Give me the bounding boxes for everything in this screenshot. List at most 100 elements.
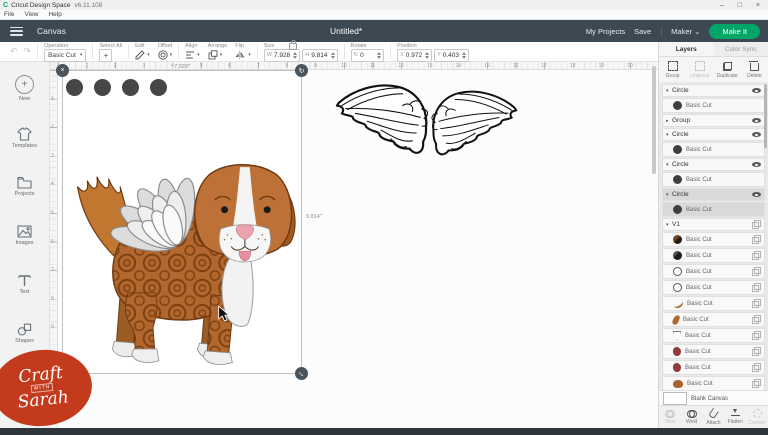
layer-row[interactable]: Basic Cut	[662, 328, 765, 343]
ungroup-button[interactable]: Ungroup	[686, 61, 713, 79]
flatten-button[interactable]: Flatten	[724, 409, 746, 425]
edit-dropdown[interactable]: ▾	[135, 49, 150, 61]
eye-icon[interactable]	[752, 87, 761, 94]
duplicate-button[interactable]: Duplicate	[714, 62, 741, 79]
layers-stack-icon[interactable]	[752, 315, 761, 324]
circle-shape[interactable]	[66, 79, 83, 96]
attach-button[interactable]: Attach	[703, 409, 725, 426]
layers-stack-icon[interactable]	[752, 220, 761, 229]
layers-stack-icon[interactable]	[752, 299, 761, 308]
circle-shape[interactable]	[122, 79, 139, 96]
layer-row[interactable]: Basic Cut	[662, 344, 765, 359]
stepper-arrows[interactable]	[293, 52, 297, 59]
canvas-area[interactable]: 1234567891011121314151617181920 12345678…	[50, 62, 658, 428]
offset-dropdown[interactable]: ▾	[158, 49, 173, 61]
layer-group-row[interactable]: ▾Circle	[662, 188, 765, 201]
winged-dog-artwork[interactable]	[64, 148, 301, 372]
layers-stack-icon[interactable]	[752, 235, 761, 244]
document-title[interactable]: Untitled*	[330, 26, 362, 36]
weld-button[interactable]: Weld	[681, 410, 703, 425]
eye-icon[interactable]	[752, 131, 761, 138]
layer-row[interactable]: Basic Cut	[662, 98, 765, 113]
menu-help[interactable]: Help	[48, 11, 61, 18]
menu-file[interactable]: File	[4, 11, 14, 18]
delete-button[interactable]: Delete	[741, 61, 768, 79]
circle-shape[interactable]	[94, 79, 111, 96]
stepper-arrows[interactable]	[462, 52, 466, 59]
layer-row[interactable]: Basic Cut	[662, 232, 765, 247]
group-button[interactable]: Group	[659, 61, 686, 79]
layers-stack-icon[interactable]	[752, 267, 761, 276]
sidebar-item-text[interactable]: Text	[0, 261, 49, 308]
layer-group-row[interactable]: ▾V1	[662, 218, 765, 231]
maximize-icon[interactable]: □	[738, 2, 742, 9]
blank-canvas-swatch[interactable]	[663, 392, 687, 405]
layer-row[interactable]: Basic Cut	[662, 202, 765, 217]
black-wings-artwork[interactable]	[334, 76, 520, 189]
layers-stack-icon[interactable]	[752, 331, 761, 340]
flip-dropdown[interactable]: ▾	[235, 49, 251, 61]
circle-shape[interactable]	[150, 79, 167, 96]
menu-view[interactable]: View	[24, 11, 38, 18]
layers-stack-icon[interactable]	[752, 251, 761, 260]
layers-stack-icon[interactable]	[752, 347, 761, 356]
layer-row[interactable]: Basic Cut	[662, 360, 765, 375]
canvas-scrollbar[interactable]	[652, 66, 656, 174]
layer-row[interactable]: Basic Cut	[662, 312, 765, 327]
layer-row[interactable]: Basic Cut	[662, 376, 765, 390]
my-projects-link[interactable]: My Projects	[586, 27, 625, 36]
sidebar-item-new[interactable]: + New	[0, 65, 49, 112]
lock-icon[interactable]	[289, 43, 297, 50]
rotate-field[interactable]: ↻ 0	[351, 49, 385, 62]
stepper-arrows[interactable]	[331, 52, 335, 59]
position-x-field[interactable]: X 0.972	[397, 49, 432, 62]
save-link[interactable]: Save	[634, 27, 651, 36]
eye-icon[interactable]	[752, 191, 761, 198]
redo-icon[interactable]: ↷	[24, 46, 32, 57]
layer-group-row[interactable]: ▾Circle	[662, 158, 765, 171]
layer-group-row[interactable]: ▾Circle	[662, 128, 765, 141]
sidebar-item-projects[interactable]: Projects	[0, 163, 49, 210]
make-it-button[interactable]: Make It	[709, 24, 760, 39]
tab-layers[interactable]: Layers	[659, 42, 714, 56]
layers-scrollbar[interactable]	[764, 84, 767, 148]
stepper-arrows[interactable]	[377, 52, 381, 59]
sidebar-item-templates[interactable]: Templates	[0, 114, 49, 161]
sidebar-item-images[interactable]: Images	[0, 212, 49, 259]
app-header: Canvas Untitled* My Projects Save | Make…	[0, 20, 768, 42]
layers-stack-icon[interactable]	[752, 283, 761, 292]
close-icon[interactable]: ×	[756, 2, 760, 9]
delete-handle[interactable]: ×	[56, 64, 69, 77]
layers-stack-icon[interactable]	[752, 363, 761, 372]
slice-button[interactable]: Slice	[659, 410, 681, 425]
align-dropdown[interactable]: ▾	[185, 49, 200, 61]
select-all-button[interactable]: +	[99, 49, 112, 62]
arrange-dropdown[interactable]: ▾	[208, 49, 228, 61]
blank-canvas-row[interactable]: Blank Canvas	[659, 390, 768, 406]
machine-select[interactable]: Maker ⌄	[671, 27, 700, 36]
layer-row[interactable]: Basic Cut	[662, 264, 765, 279]
tab-color-sync[interactable]: Color Sync	[714, 42, 768, 56]
layer-row[interactable]: Basic Cut	[662, 296, 765, 311]
layer-row[interactable]: Basic Cut	[662, 172, 765, 187]
eye-icon[interactable]	[752, 117, 761, 124]
stepper-arrows[interactable]	[425, 52, 429, 59]
hamburger-menu-icon[interactable]	[10, 27, 23, 36]
layer-group-row[interactable]: ▸Group	[662, 114, 765, 127]
operation-dropdown[interactable]: Basic Cut ▾	[44, 49, 86, 62]
minimize-icon[interactable]: –	[720, 2, 724, 9]
position-y-field[interactable]: Y 0.403	[434, 49, 469, 62]
contour-button[interactable]: Contour	[746, 409, 768, 426]
layer-row[interactable]: Basic Cut	[662, 280, 765, 295]
flip-icon	[235, 50, 246, 60]
layer-row[interactable]: Basic Cut	[662, 248, 765, 263]
dog-head	[195, 165, 295, 262]
layer-group-row[interactable]: ▾Circle	[662, 84, 765, 97]
eye-icon[interactable]	[752, 161, 761, 168]
undo-icon[interactable]: ↶	[10, 46, 18, 57]
height-field[interactable]: H 9.814	[302, 49, 337, 62]
rotate-handle[interactable]: ↻	[295, 64, 308, 77]
width-field[interactable]: W 7.928	[264, 49, 300, 62]
layer-row[interactable]: Basic Cut	[662, 142, 765, 157]
layers-stack-icon[interactable]	[752, 379, 761, 388]
